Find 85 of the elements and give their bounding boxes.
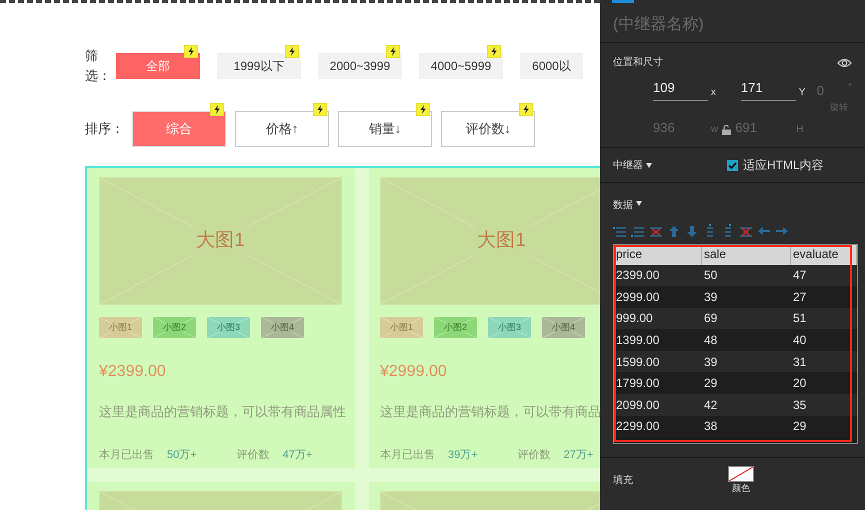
lightning-icon bbox=[184, 44, 198, 58]
table-cell-text: 38 bbox=[703, 418, 718, 436]
caret-icon[interactable] bbox=[646, 162, 652, 168]
table-cell-text: 20 bbox=[792, 375, 808, 392]
option-button[interactable]: 2000~3999 bbox=[318, 52, 402, 78]
table-cell-text: 2299.00 bbox=[615, 418, 660, 436]
fill-label: 填充 bbox=[613, 474, 633, 488]
table-cell-text: 39 bbox=[703, 354, 718, 371]
thumbnail-label: 小图3 bbox=[216, 322, 241, 332]
lightning-icon bbox=[210, 103, 224, 116]
lightning-icon bbox=[313, 103, 327, 116]
checkbox[interactable] bbox=[727, 160, 738, 170]
rating-count: 27万+ bbox=[564, 448, 594, 462]
arrow-up-icon[interactable] bbox=[667, 224, 681, 238]
filter-label: 筛选： bbox=[85, 47, 112, 84]
sort-label: 排序： bbox=[85, 120, 125, 138]
axis-label: x bbox=[710, 86, 717, 100]
color-swatch[interactable] bbox=[728, 466, 754, 482]
image-label: 大图1 bbox=[193, 226, 248, 256]
table-cell-text: 1599.00 bbox=[615, 354, 660, 371]
table-cell-text: 35 bbox=[792, 396, 808, 414]
section-label: 数据 bbox=[613, 200, 633, 211]
table-cell-text: 27 bbox=[792, 288, 808, 306]
table-cell-text: 2399.00 bbox=[615, 267, 660, 284]
eye-icon[interactable] bbox=[837, 58, 852, 68]
option-button[interactable]: 6000以 bbox=[520, 52, 583, 78]
degree-label: ° bbox=[848, 80, 852, 94]
size-label: H bbox=[796, 122, 804, 136]
x-field[interactable]: 109 bbox=[653, 78, 708, 100]
sold-count: 39万+ bbox=[448, 448, 478, 462]
lock-icon[interactable] bbox=[722, 124, 732, 134]
thumbnail-label: 小图3 bbox=[496, 322, 522, 332]
sold-label: 本月已出售 bbox=[99, 448, 154, 462]
lightning-icon bbox=[285, 44, 299, 58]
thumbnail-label: 小图2 bbox=[162, 322, 187, 332]
table-cell-text: 50 bbox=[703, 267, 718, 284]
caret-icon[interactable] bbox=[636, 201, 642, 206]
thumbnail-label: 小图1 bbox=[388, 322, 414, 332]
table-cell-text: 29 bbox=[792, 418, 808, 436]
table-cell-text: 1799.00 bbox=[615, 375, 660, 392]
table-cell-text: 51 bbox=[792, 310, 808, 328]
rotation-label: 旋转 bbox=[830, 100, 848, 114]
product-title: 这里是商品的营销标题，可以带有商品属性 bbox=[99, 403, 344, 421]
table-cell-text: 2999.00 bbox=[615, 288, 660, 306]
lightning-icon bbox=[386, 44, 400, 58]
image-label: 大图1 bbox=[474, 226, 529, 256]
size-label: w bbox=[711, 122, 718, 136]
table-cell-text: 48 bbox=[703, 332, 718, 350]
product-title: 这里是商品的营销标题，可以带有商品 bbox=[380, 403, 600, 421]
table-cell-text: 1399.00 bbox=[615, 332, 660, 350]
table-cell-text: 42 bbox=[703, 396, 718, 414]
color-label: 颜色 bbox=[732, 482, 750, 495]
table-cell-text: 29 bbox=[703, 375, 718, 392]
thumbnail-label: 小图4 bbox=[270, 322, 295, 332]
rating-label: 评价数 bbox=[518, 448, 551, 462]
table-cell-text: 31 bbox=[792, 354, 808, 371]
price-text: ¥2399.00 bbox=[99, 362, 167, 382]
lightning-icon bbox=[416, 103, 430, 116]
option-button[interactable]: 1999以下 bbox=[217, 52, 301, 78]
thumbnail-label: 小图2 bbox=[442, 322, 468, 332]
y-field[interactable]: 171 bbox=[740, 78, 796, 100]
option-button[interactable]: 销量↓ bbox=[338, 111, 432, 147]
option-button[interactable]: 评价数↓ bbox=[441, 111, 535, 147]
section-label: 位置和尺寸 bbox=[613, 56, 663, 70]
option-button[interactable]: 价格↑ bbox=[235, 111, 329, 147]
axis-label: Y bbox=[798, 86, 806, 100]
checkbox-label: 适应HTML内容 bbox=[743, 157, 824, 174]
table-cell-text: 47 bbox=[792, 267, 808, 284]
sold-label: 本月已出售 bbox=[380, 448, 435, 462]
lightning-icon bbox=[487, 44, 501, 58]
thumbnail-label: 小图1 bbox=[108, 322, 133, 332]
table-cell-text: 2099.00 bbox=[615, 396, 660, 414]
arrow-down-icon[interactable] bbox=[685, 224, 699, 238]
table-cell-text: 69 bbox=[703, 310, 718, 328]
sold-count: 50万+ bbox=[167, 448, 197, 462]
rating-label: 评价数 bbox=[236, 448, 270, 462]
table-cell-text: 40 bbox=[792, 332, 808, 350]
price-text: ¥2999.00 bbox=[380, 362, 448, 382]
option-button[interactable]: 4000~5999 bbox=[419, 52, 503, 78]
thumbnail-label: 小图4 bbox=[550, 322, 576, 332]
table-cell-text: 39 bbox=[703, 288, 718, 306]
section-label: 中继器 bbox=[613, 158, 643, 172]
table-cell-text: 999.00 bbox=[615, 310, 654, 328]
lightning-icon bbox=[519, 103, 533, 116]
rating-count: 47万+ bbox=[282, 448, 312, 462]
